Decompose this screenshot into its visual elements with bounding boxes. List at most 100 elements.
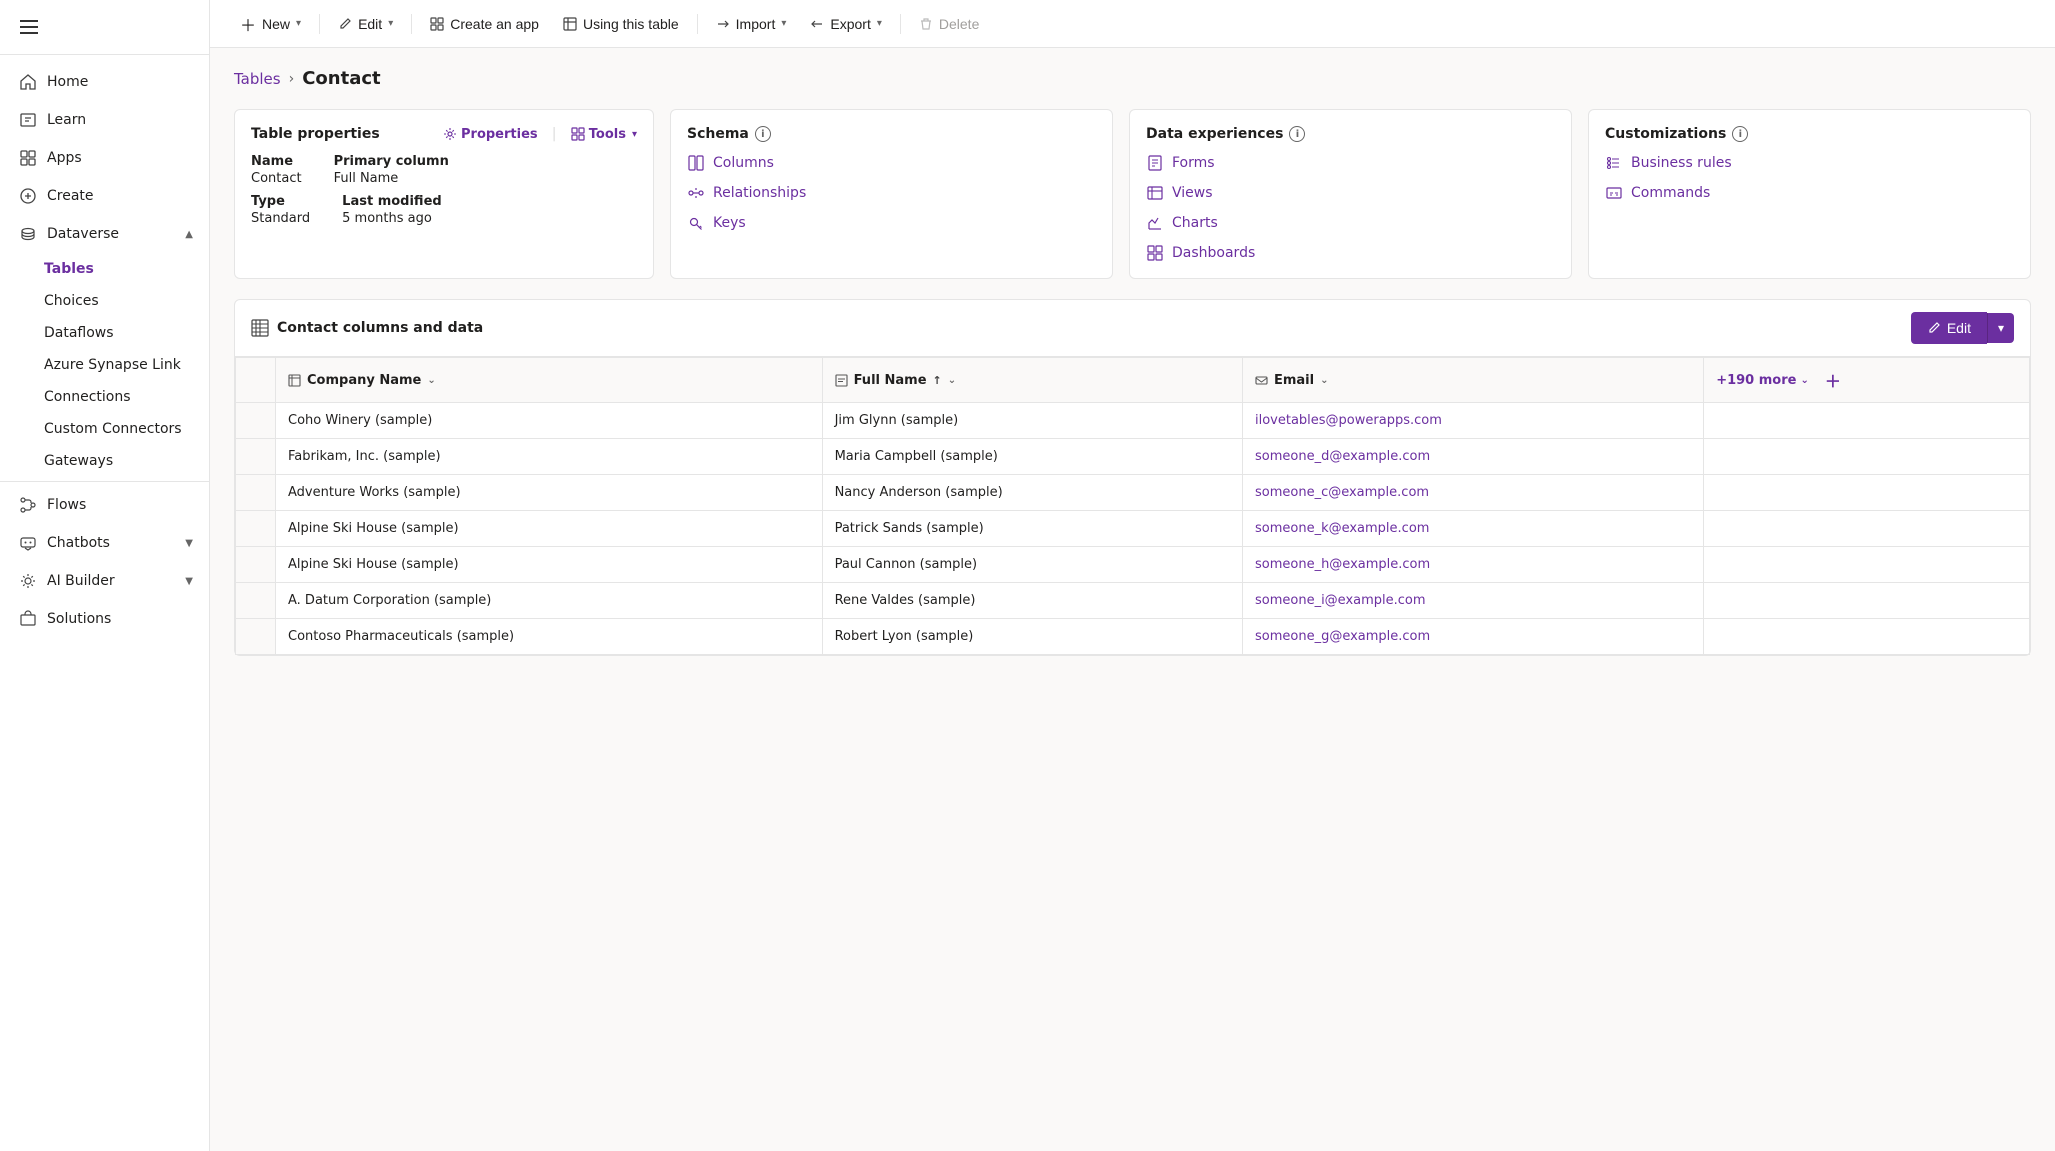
sidebar-item-choices[interactable]: Choices (44, 285, 209, 317)
row-7-email[interactable]: someone_g@example.com (1242, 619, 1703, 655)
sidebar-top (0, 0, 209, 55)
breadcrumb-tables-link[interactable]: Tables (234, 70, 281, 88)
row-check-5[interactable] (236, 547, 276, 583)
row-check-2[interactable] (236, 439, 276, 475)
sidebar-item-flows[interactable]: Flows (0, 486, 209, 524)
dashboards-icon (1146, 244, 1164, 262)
table-header-actions: Edit ▾ (1911, 312, 2014, 344)
data-experiences-items: Forms Views Charts (1146, 154, 1555, 262)
data-exp-forms[interactable]: Forms (1146, 154, 1555, 172)
sidebar-item-gateways-label: Gateways (44, 453, 113, 469)
sidebar-item-solutions[interactable]: Solutions (0, 600, 209, 638)
table-icon (563, 17, 577, 31)
primary-column-field: Primary column Full Name (334, 154, 449, 186)
delete-button[interactable]: Delete (909, 10, 989, 38)
custom-business-rules[interactable]: Business rules (1605, 154, 2014, 172)
contact-table-section: Contact columns and data Edit ▾ (234, 299, 2031, 656)
customizations-card: Customizations i Business rules C (1588, 109, 2031, 279)
export-chevron-icon: ▾ (877, 18, 882, 29)
sidebar-item-dataverse[interactable]: Dataverse ▲ (0, 215, 209, 253)
sidebar-item-create[interactable]: Create (0, 177, 209, 215)
sidebar-item-learn[interactable]: Learn (0, 101, 209, 139)
solutions-icon (19, 610, 37, 628)
sidebar-item-chatbots[interactable]: Chatbots ▼ (0, 524, 209, 562)
card-header-actions: Properties | Tools ▾ (443, 126, 637, 142)
row-check-3[interactable] (236, 475, 276, 511)
sidebar-item-create-label: Create (47, 188, 94, 204)
data-exp-dashboards-label: Dashboards (1172, 245, 1255, 261)
new-plus-icon: ＋ (240, 12, 256, 36)
row-check-6[interactable] (236, 583, 276, 619)
row-2-email[interactable]: someone_d@example.com (1242, 439, 1703, 475)
email-col-icon (1255, 373, 1268, 388)
columns-icon (687, 154, 705, 172)
sidebar-item-azure-synapse[interactable]: Azure Synapse Link (44, 349, 209, 381)
add-column-button[interactable]: ＋ (1825, 368, 1841, 392)
last-modified-field: Last modified 5 months ago (342, 194, 442, 226)
schema-item-keys[interactable]: Keys (687, 214, 1096, 232)
row-check-4[interactable] (236, 511, 276, 547)
hamburger-menu[interactable] (16, 12, 193, 42)
data-exp-views[interactable]: Views (1146, 184, 1555, 202)
table-col-company-name[interactable]: Company Name ⌄ (276, 358, 823, 403)
row-7-company: Contoso Pharmaceuticals (sample) (276, 619, 823, 655)
export-button[interactable]: Export ▾ (800, 10, 892, 38)
create-app-button[interactable]: Create an app (420, 10, 549, 38)
properties-row-2: Type Standard Last modified 5 months ago (251, 194, 637, 226)
schema-item-columns-label: Columns (713, 155, 774, 171)
new-chevron-icon: ▾ (296, 18, 301, 29)
more-columns-button[interactable]: +190 more ⌄ (1716, 373, 1809, 388)
row-5-email[interactable]: someone_h@example.com (1242, 547, 1703, 583)
sidebar-item-tables[interactable]: Tables (44, 253, 209, 285)
main-area: ＋ New ▾ Edit ▾ Create an app Using this … (210, 0, 2055, 1151)
new-button[interactable]: ＋ New ▾ (230, 6, 311, 42)
create-icon (19, 187, 37, 205)
row-1-email[interactable]: ilovetables@powerapps.com (1242, 403, 1703, 439)
data-exp-forms-label: Forms (1172, 155, 1215, 171)
contact-table-header: Contact columns and data Edit ▾ (235, 300, 2030, 357)
table-row: Alpine Ski House (sample) Paul Cannon (s… (236, 547, 2030, 583)
data-exp-charts[interactable]: Charts (1146, 214, 1555, 232)
sidebar-item-ai-builder[interactable]: AI Builder ▼ (0, 562, 209, 600)
row-4-email[interactable]: someone_k@example.com (1242, 511, 1703, 547)
using-this-table-button[interactable]: Using this table (553, 10, 689, 38)
table-edit-button[interactable]: Edit (1911, 312, 1987, 344)
card-sep: | (552, 126, 557, 142)
import-button[interactable]: Import ▾ (706, 10, 797, 38)
cards-row: Table properties Properties | Tools ▾ (234, 109, 2031, 279)
table-edit-dropdown-icon: ▾ (1998, 321, 2004, 335)
sidebar-item-ai-builder-label: AI Builder (47, 573, 115, 589)
sidebar-item-gateways[interactable]: Gateways (44, 445, 209, 477)
edit-button[interactable]: Edit ▾ (328, 10, 403, 38)
nav-divider-1 (0, 481, 209, 482)
tools-link[interactable]: Tools ▾ (571, 126, 637, 142)
custom-commands[interactable]: Commands (1605, 184, 2014, 202)
row-2-company: Fabrikam, Inc. (sample) (276, 439, 823, 475)
forms-icon (1146, 154, 1164, 172)
row-2-more (1704, 439, 2030, 475)
sidebar-item-dataflows[interactable]: Dataflows (44, 317, 209, 349)
row-3-fullname: Nancy Anderson (sample) (822, 475, 1242, 511)
customizations-label: Customizations (1605, 126, 1726, 142)
schema-item-columns[interactable]: Columns (687, 154, 1096, 172)
schema-item-relationships[interactable]: Relationships (687, 184, 1096, 202)
sidebar-item-connections[interactable]: Connections (44, 381, 209, 413)
data-exp-dashboards[interactable]: Dashboards (1146, 244, 1555, 262)
row-check-1[interactable] (236, 403, 276, 439)
row-3-email[interactable]: someone_c@example.com (1242, 475, 1703, 511)
properties-link[interactable]: Properties (443, 126, 538, 142)
table-col-full-name[interactable]: Full Name ↑ ⌄ (822, 358, 1242, 403)
row-4-company: Alpine Ski House (sample) (276, 511, 823, 547)
create-app-icon (430, 17, 444, 31)
sidebar-item-custom-connectors[interactable]: Custom Connectors (44, 413, 209, 445)
table-edit-dropdown-button[interactable]: ▾ (1987, 313, 2014, 343)
customizations-info-icon: i (1732, 126, 1748, 142)
sidebar-item-apps[interactable]: Apps (0, 139, 209, 177)
row-1-more (1704, 403, 2030, 439)
sidebar-item-tables-label: Tables (44, 261, 94, 277)
table-col-email[interactable]: Email ⌄ (1242, 358, 1703, 403)
row-6-email[interactable]: someone_i@example.com (1242, 583, 1703, 619)
row-check-7[interactable] (236, 619, 276, 655)
row-5-more (1704, 547, 2030, 583)
sidebar-item-home[interactable]: Home (0, 63, 209, 101)
